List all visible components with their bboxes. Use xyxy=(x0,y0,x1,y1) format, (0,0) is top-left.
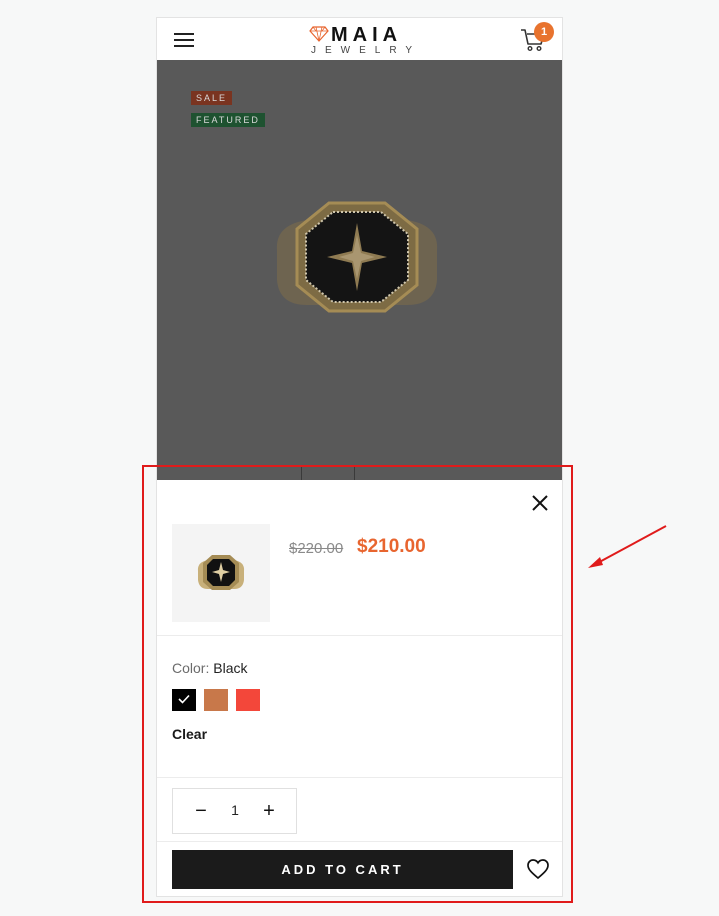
annotation-arrow-icon xyxy=(588,525,667,568)
product-image-overlay[interactable]: SALE FEATURED xyxy=(157,60,562,480)
site-logo[interactable]: MAIA JEWELRY xyxy=(307,24,417,58)
logo-subtitle: JEWELRY xyxy=(311,45,422,56)
cart-count-badge: 1 xyxy=(534,22,554,42)
site-header: MAIA JEWELRY 1 xyxy=(157,18,562,60)
diamond-logo-icon xyxy=(309,26,329,42)
sale-badge: SALE xyxy=(191,91,233,105)
ring-image xyxy=(276,201,438,313)
featured-badge: FEATURED xyxy=(191,113,265,127)
hamburger-menu-icon[interactable] xyxy=(174,33,194,47)
annotation-highlight-box xyxy=(142,465,573,903)
logo-name: MAIA xyxy=(331,24,403,46)
